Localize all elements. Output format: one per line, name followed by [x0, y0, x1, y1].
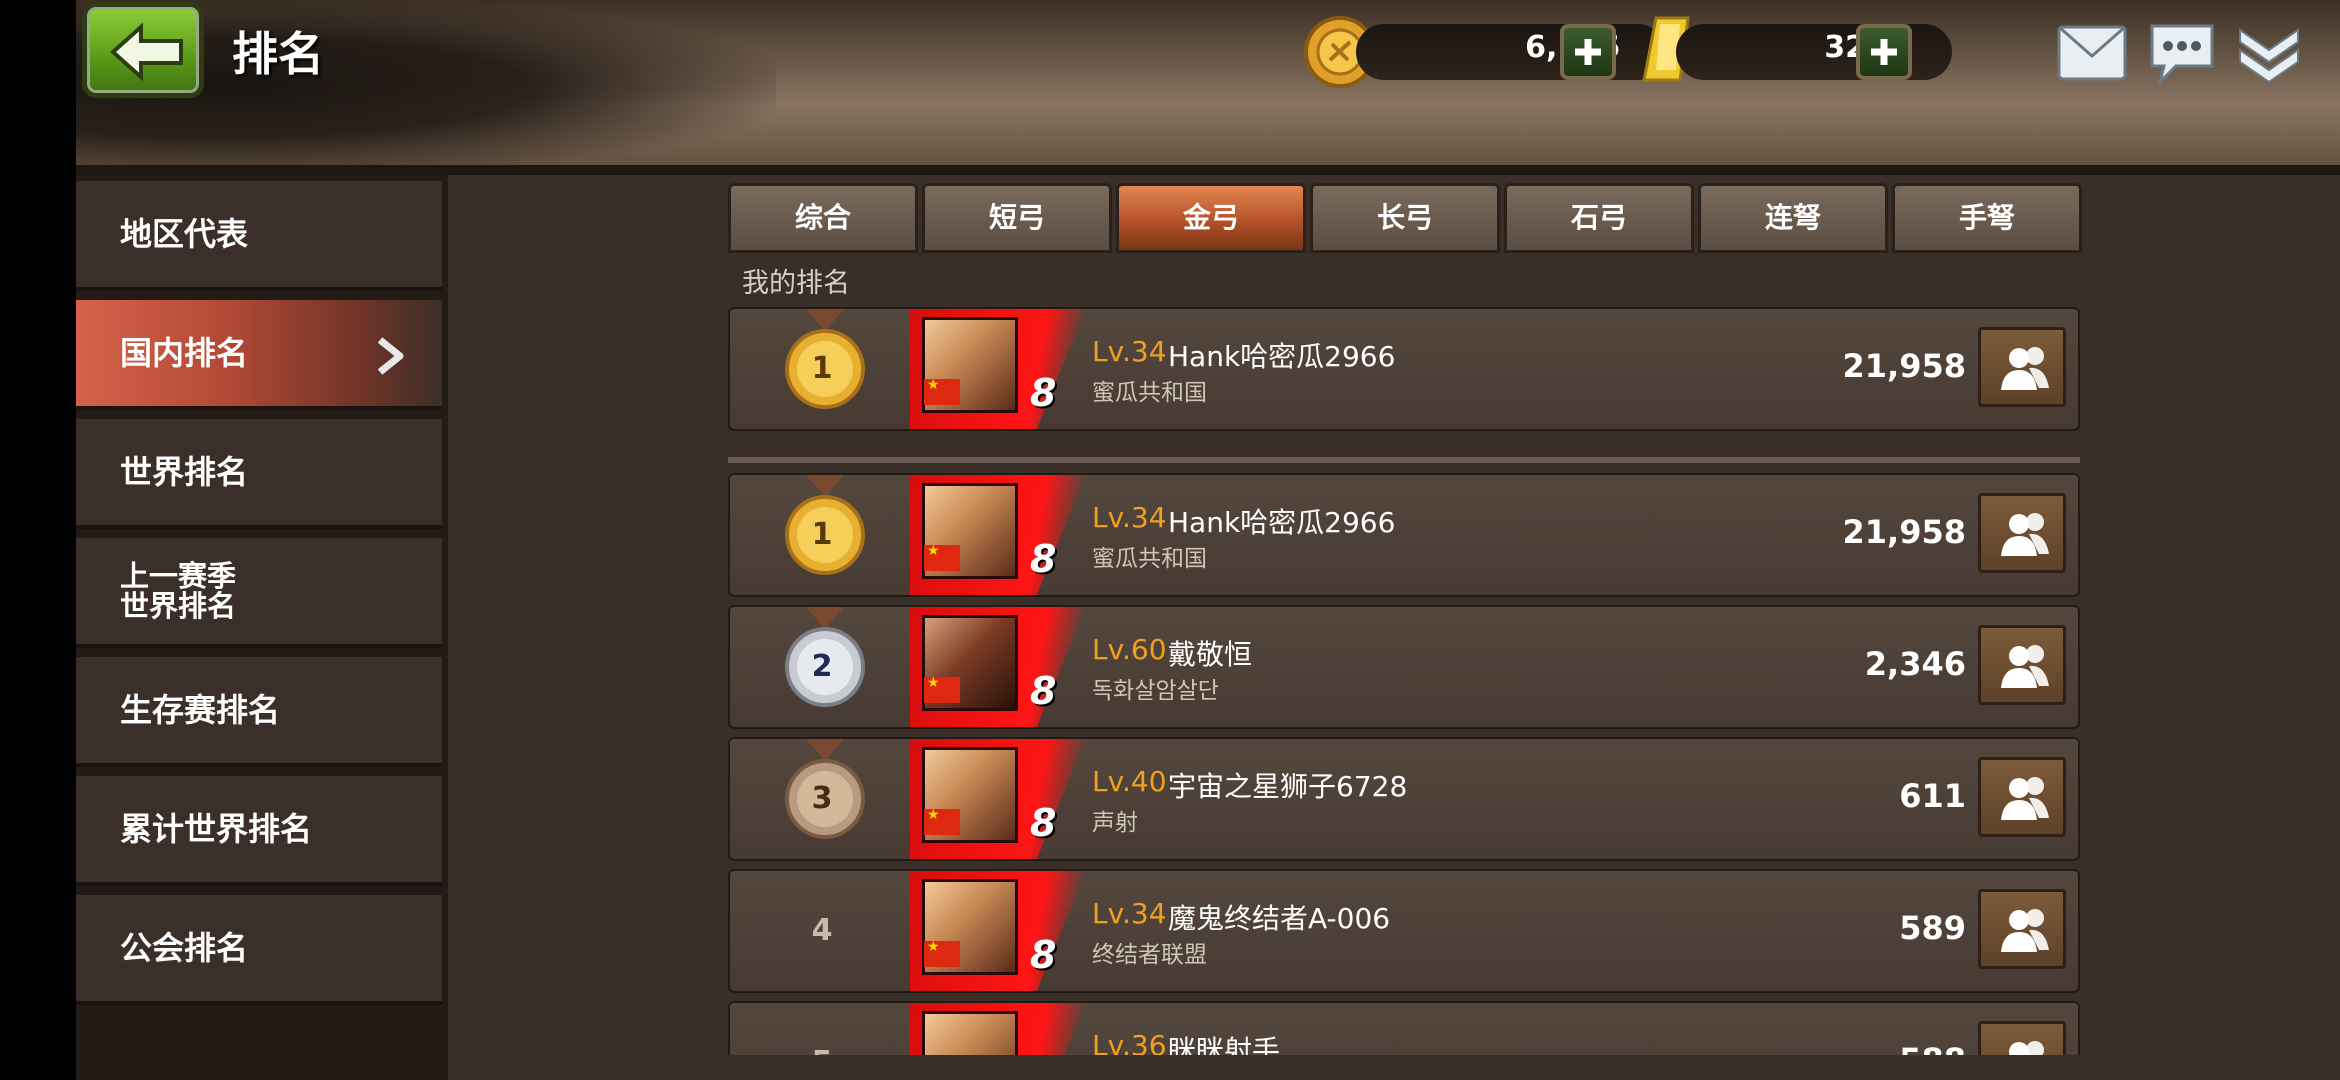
class-badge-icon: 8: [1030, 801, 1057, 845]
table-row: 1 8 Lv.34 Hank哈密瓜2966 蜜瓜共和国 21,958: [728, 473, 2080, 597]
rank-number: 3: [811, 781, 833, 816]
player-avatar[interactable]: 8: [910, 475, 1090, 595]
sidebar-item-cumulative-world[interactable]: 累计世界排名: [76, 776, 442, 886]
tab-stone-bow[interactable]: 石弓: [1504, 183, 1694, 253]
table-row: 3 8 Lv.40 宇宙之星狮子6728 声射 611: [728, 737, 2080, 861]
friends-icon: [2001, 645, 2049, 688]
rank-number: 1: [811, 517, 833, 552]
class-badge-icon: 8: [1030, 669, 1057, 713]
rank-number: 4: [811, 913, 833, 948]
tab-gold-bow[interactable]: 金弓: [1116, 183, 1306, 253]
my-rank-label: 我的排名: [742, 268, 850, 299]
player-level: Lv.34: [1092, 897, 1167, 930]
player-name: 戴敬恒: [1168, 638, 1253, 671]
my-rank-row: 1 8 Lv.34 Hank哈密瓜2966 蜜瓜共和国 21,958: [728, 307, 2080, 431]
player-score: 589: [1899, 909, 1966, 947]
top-header: 排名 6,156 32: [76, 0, 2340, 175]
add-friend-button[interactable]: [1978, 625, 2066, 705]
sidebar-item-label: 世界排名: [120, 453, 249, 491]
rank-number: 2: [811, 649, 833, 684]
china-flag-icon: [924, 377, 960, 405]
player-level: Lv.40: [1092, 765, 1167, 798]
ranking-main-panel: 综合 短弓 金弓 长弓 石弓 连弩 手弩 我的排名 1 8 Lv.34 Hank…: [448, 175, 2340, 1080]
sidebar-item-label: 累计世界排名: [120, 810, 313, 848]
tab-short-bow[interactable]: 短弓: [922, 183, 1112, 253]
class-badge-icon: 8: [1030, 537, 1057, 581]
list-bottom-mask: [448, 1055, 2340, 1080]
sidebar-item-label: 地区代表: [120, 215, 249, 253]
player-level: Lv.34: [1092, 501, 1167, 534]
sidebar-item-label: 国内排名: [120, 334, 249, 372]
add-friend-button[interactable]: [1978, 327, 2066, 407]
add-friend-button[interactable]: [1978, 757, 2066, 837]
player-score: 2,346: [1864, 645, 1966, 683]
player-name: 魔鬼终结者A-006: [1168, 902, 1391, 935]
player-avatar[interactable]: 8: [910, 871, 1090, 991]
player-level: Lv.34: [1092, 335, 1167, 368]
table-row: 4 8 Lv.34 魔鬼终结者A-006 终结者联盟 589: [728, 869, 2080, 993]
sidebar-item-domestic-ranking[interactable]: 国内排名: [76, 300, 442, 410]
sidebar-item-last-season-world[interactable]: 上一赛季 世界排名: [76, 538, 442, 648]
china-flag-icon: [924, 939, 960, 967]
bow-type-tabs: 综合 短弓 金弓 长弓 石弓 连弩 手弩: [728, 183, 2082, 253]
page-title: 排名: [232, 27, 324, 81]
sidebar-item-label: 上一赛季 世界排名: [120, 561, 236, 621]
player-guild: 蜜瓜共和国: [1092, 380, 1207, 406]
ranking-category-sidebar: 地区代表 国内排名 世界排名 上一赛季 世界排名 生存赛排名 累计世界排名 公会…: [76, 175, 448, 1080]
player-score: 611: [1899, 777, 1966, 815]
rank-number: 1: [811, 351, 833, 386]
player-avatar[interactable]: 8: [910, 607, 1090, 727]
chevron-right-icon: [377, 337, 404, 375]
player-guild: 终结者联盟: [1092, 942, 1207, 968]
sidebar-item-label: 公会排名: [120, 929, 249, 967]
player-name: Hank哈密瓜2966: [1168, 340, 1396, 373]
tab-repeating-crossbow[interactable]: 连弩: [1698, 183, 1888, 253]
player-avatar[interactable]: 8: [910, 739, 1090, 859]
add-gold-button[interactable]: [1560, 24, 1616, 80]
friends-icon: [2001, 909, 2049, 952]
player-guild: 声射: [1092, 810, 1138, 836]
sidebar-item-label: 生存赛排名: [120, 691, 281, 729]
add-friend-button[interactable]: [1978, 493, 2066, 573]
add-friend-button[interactable]: [1978, 889, 2066, 969]
friends-icon: [2001, 347, 2049, 390]
player-name: 宇宙之星狮子6728: [1168, 770, 1408, 803]
sidebar-item-label-line1: 上一赛季: [120, 559, 237, 593]
player-avatar[interactable]: 8: [910, 309, 1090, 429]
china-flag-icon: [924, 807, 960, 835]
tab-overall[interactable]: 综合: [728, 183, 918, 253]
player-score: 21,958: [1842, 347, 1966, 385]
friends-icon: [2001, 513, 2049, 556]
player-level: Lv.60: [1092, 633, 1167, 666]
class-badge-icon: 8: [1030, 371, 1057, 415]
add-gems-button[interactable]: [1856, 24, 1912, 80]
sidebar-item-survival-ranking[interactable]: 生存赛排名: [76, 657, 442, 767]
gold-bar: 6,156: [1356, 24, 1666, 80]
china-flag-icon: [924, 675, 960, 703]
chat-icon[interactable]: [2146, 20, 2218, 86]
back-button[interactable]: [82, 2, 204, 98]
rank-divider: [728, 457, 2080, 463]
sidebar-item-guild-ranking[interactable]: 公会排名: [76, 895, 442, 1005]
class-badge-icon: 8: [1030, 933, 1057, 977]
player-guild: 蜜瓜共和国: [1092, 546, 1207, 572]
friends-icon: [2001, 777, 2049, 820]
tab-long-bow[interactable]: 长弓: [1310, 183, 1500, 253]
back-arrow-icon: [109, 22, 183, 82]
player-score: 21,958: [1842, 513, 1966, 551]
collapse-chevron-icon[interactable]: [2236, 24, 2302, 86]
tab-hand-crossbow[interactable]: 手弩: [1892, 183, 2082, 253]
sidebar-item-regional-rep[interactable]: 地区代表: [76, 181, 442, 291]
sidebar-item-label-line2: 世界排名: [120, 589, 237, 623]
sidebar-item-world-ranking[interactable]: 世界排名: [76, 419, 442, 529]
china-flag-icon: [924, 543, 960, 571]
player-name: Hank哈密瓜2966: [1168, 506, 1396, 539]
player-guild: 독화살암살단: [1092, 678, 1219, 704]
mail-icon[interactable]: [2056, 24, 2128, 82]
table-row: 2 8 Lv.60 戴敬恒 독화살암살단 2,346: [728, 605, 2080, 729]
